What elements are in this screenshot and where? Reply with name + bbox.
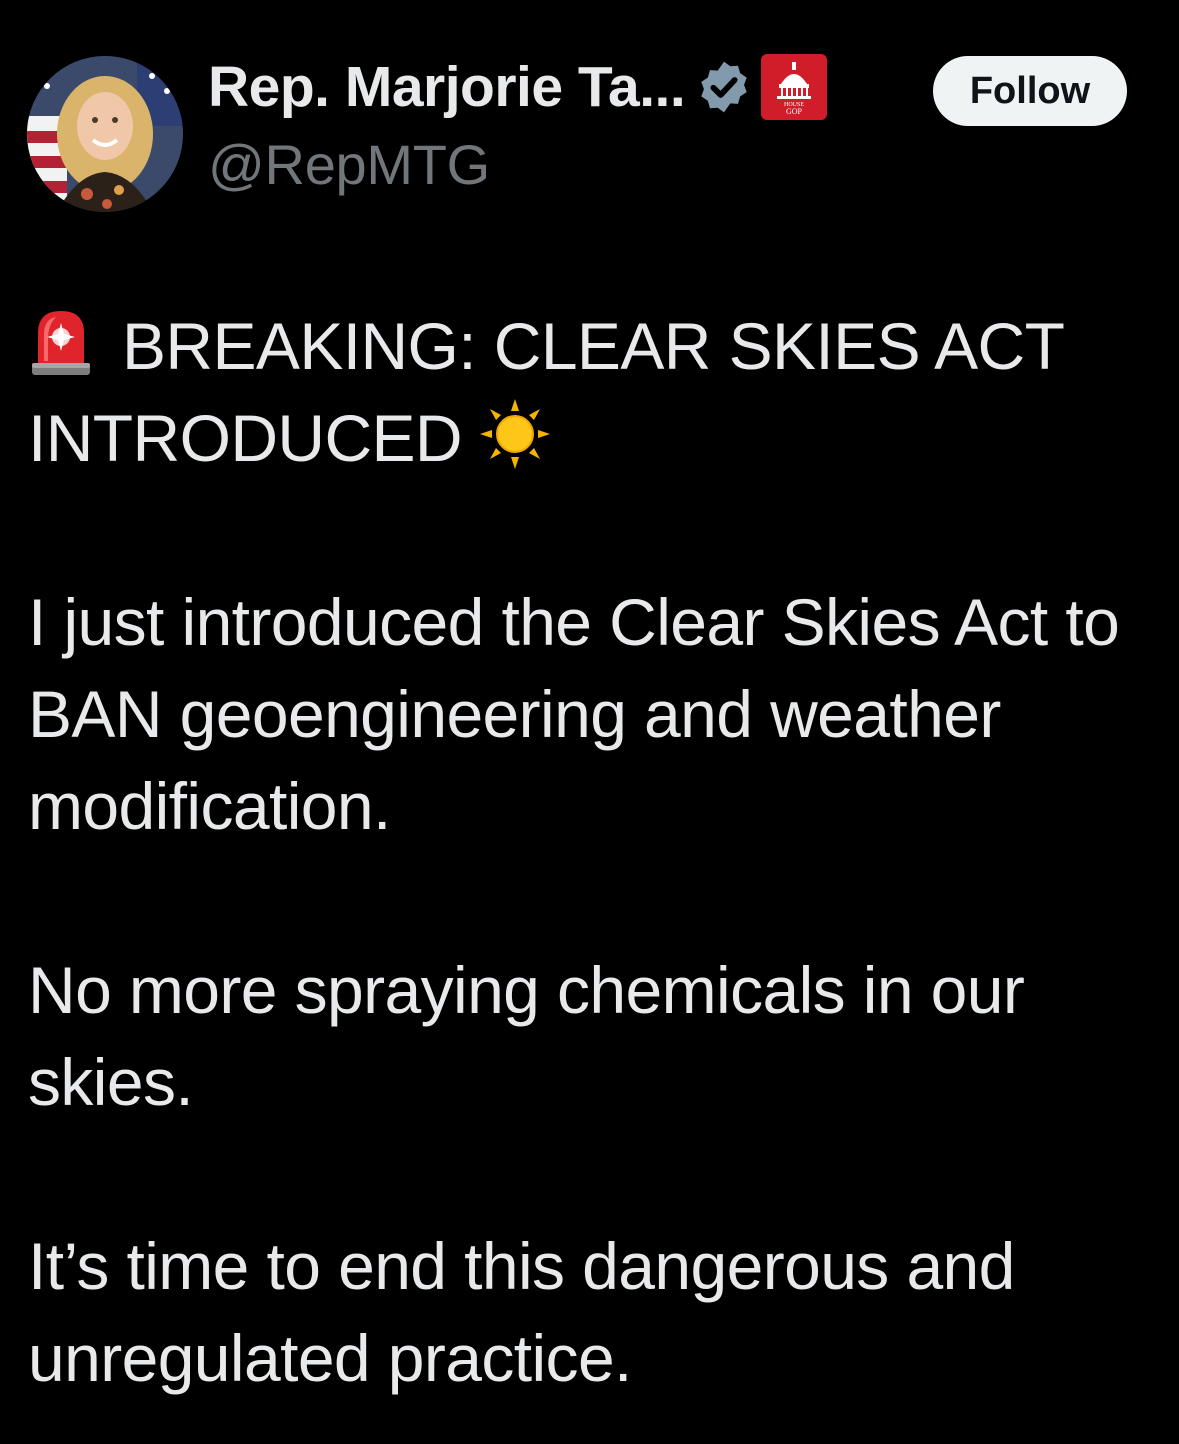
tweet-paragraph-1: I just introduced the Clear Skies Act to… xyxy=(28,585,1120,843)
tweet-header: Rep. Marjorie Ta... HOUSE GOP @RepMTG Fo… xyxy=(27,54,1137,216)
capitol-dome-icon: HOUSE GOP xyxy=(777,62,812,116)
tweet-paragraph-3: It’s time to end this dangerous and unre… xyxy=(28,1229,1015,1395)
tweet-paragraph-2: No more spraying chemicals in our skies. xyxy=(28,953,1025,1119)
name-row: Rep. Marjorie Ta... HOUSE GOP xyxy=(208,54,928,120)
avatar[interactable] xyxy=(27,56,183,212)
tweet-text: BREAKING: CLEAR SKIES ACT INTRODUCED I j… xyxy=(28,300,1138,1404)
follow-button[interactable]: Follow xyxy=(933,56,1127,126)
sun-icon xyxy=(480,399,550,469)
handle[interactable]: @RepMTG xyxy=(208,132,928,197)
tweet-headline: BREAKING: CLEAR SKIES ACT INTRODUCED xyxy=(28,300,1138,484)
verified-badge-icon[interactable] xyxy=(695,58,753,116)
house-gop-badge-icon[interactable]: HOUSE GOP xyxy=(761,54,828,120)
police-car-light-icon xyxy=(32,311,90,375)
badge-text-gop: GOP xyxy=(786,107,803,116)
avatar-photo xyxy=(27,56,183,212)
author-block: Rep. Marjorie Ta... HOUSE GOP @RepMTG xyxy=(208,54,928,197)
display-name[interactable]: Rep. Marjorie Ta... xyxy=(208,54,686,120)
